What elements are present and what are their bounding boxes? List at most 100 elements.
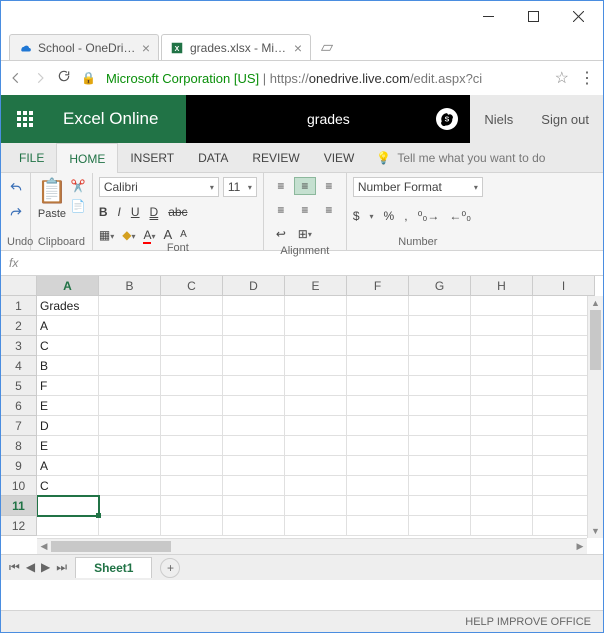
double-underline-button[interactable]: D <box>150 205 159 219</box>
redo-button[interactable] <box>8 206 24 223</box>
cell-A5[interactable]: F <box>37 376 99 396</box>
cut-button[interactable]: ✂️ <box>71 179 86 193</box>
document-title[interactable]: grades <box>307 111 350 127</box>
cell-G10[interactable] <box>409 476 471 496</box>
browser-menu-button[interactable]: ⋮ <box>579 68 595 88</box>
add-sheet-button[interactable]: + <box>160 558 180 578</box>
cell-E12[interactable] <box>285 516 347 536</box>
scroll-thumb[interactable] <box>51 541 171 552</box>
cell-I5[interactable] <box>533 376 595 396</box>
cell-F10[interactable] <box>347 476 409 496</box>
cell-A12[interactable] <box>37 516 99 536</box>
comma-button[interactable]: , <box>404 209 407 223</box>
cell-D9[interactable] <box>223 456 285 476</box>
cell-F4[interactable] <box>347 356 409 376</box>
app-launcher-button[interactable] <box>1 95 49 143</box>
shrink-font-button[interactable]: A <box>180 229 187 240</box>
decrease-decimal-button[interactable]: ←⁰₀ <box>449 209 471 223</box>
cell-B8[interactable] <box>99 436 161 456</box>
sheet-nav-next[interactable]: ▶ <box>41 560 50 575</box>
cell-G12[interactable] <box>409 516 471 536</box>
cell-B6[interactable] <box>99 396 161 416</box>
cell-D3[interactable] <box>223 336 285 356</box>
undo-button[interactable] <box>8 181 24 198</box>
cell-H11[interactable] <box>471 496 533 516</box>
cell-H6[interactable] <box>471 396 533 416</box>
cell-I4[interactable] <box>533 356 595 376</box>
cell-H1[interactable] <box>471 296 533 316</box>
cell-C5[interactable] <box>161 376 223 396</box>
cell-E6[interactable] <box>285 396 347 416</box>
cell-B4[interactable] <box>99 356 161 376</box>
align-bottom-button[interactable]: ≡ <box>318 177 340 195</box>
cell-G5[interactable] <box>409 376 471 396</box>
window-close-button[interactable] <box>556 2 601 30</box>
cell-H5[interactable] <box>471 376 533 396</box>
col-header-E[interactable]: E <box>285 276 347 296</box>
row-header-7[interactable]: 7 <box>1 416 37 436</box>
tab-home[interactable]: HOME <box>56 143 118 173</box>
row-header-2[interactable]: 2 <box>1 316 37 336</box>
cell-G8[interactable] <box>409 436 471 456</box>
row-header-9[interactable]: 9 <box>1 456 37 476</box>
cell-I6[interactable] <box>533 396 595 416</box>
cell-D1[interactable] <box>223 296 285 316</box>
tab-data[interactable]: DATA <box>186 143 240 172</box>
align-center-button[interactable]: ≡ <box>294 201 316 219</box>
cell-C4[interactable] <box>161 356 223 376</box>
cell-F9[interactable] <box>347 456 409 476</box>
window-maximize-button[interactable] <box>511 2 556 30</box>
tell-me-search[interactable]: 💡 Tell me what you want to do <box>376 143 545 172</box>
cell-I10[interactable] <box>533 476 595 496</box>
scroll-right-icon[interactable]: ▶ <box>573 539 587 554</box>
copy-button[interactable]: 📄 <box>71 199 86 213</box>
cell-F1[interactable] <box>347 296 409 316</box>
col-header-G[interactable]: G <box>409 276 471 296</box>
url-display[interactable]: Microsoft Corporation [US] | https://one… <box>106 71 545 86</box>
fill-color-button[interactable]: ◆▾ <box>122 228 135 242</box>
scroll-thumb[interactable] <box>590 310 601 370</box>
cell-B10[interactable] <box>99 476 161 496</box>
row-header-11[interactable]: 11 <box>1 496 37 516</box>
col-header-D[interactable]: D <box>223 276 285 296</box>
cell-C10[interactable] <box>161 476 223 496</box>
cell-I8[interactable] <box>533 436 595 456</box>
cell-A3[interactable]: C <box>37 336 99 356</box>
sheet-nav-last[interactable]: ⏭ <box>56 560 67 575</box>
strike-button[interactable]: abc <box>168 205 187 219</box>
help-improve-link[interactable]: HELP IMPROVE OFFICE <box>465 616 591 628</box>
cell-C3[interactable] <box>161 336 223 356</box>
cell-A1[interactable]: Grades <box>37 296 99 316</box>
browser-tab-onedrive[interactable]: School - OneDrive × <box>9 34 159 60</box>
cell-I11[interactable] <box>533 496 595 516</box>
cell-I2[interactable] <box>533 316 595 336</box>
cell-D8[interactable] <box>223 436 285 456</box>
row-header-10[interactable]: 10 <box>1 476 37 496</box>
forward-button[interactable] <box>33 71 47 85</box>
col-header-B[interactable]: B <box>99 276 161 296</box>
cell-B7[interactable] <box>99 416 161 436</box>
cells-area[interactable]: GradesACBFEDEAC <box>37 296 603 536</box>
cell-A8[interactable]: E <box>37 436 99 456</box>
cell-H12[interactable] <box>471 516 533 536</box>
cell-H10[interactable] <box>471 476 533 496</box>
cell-A7[interactable]: D <box>37 416 99 436</box>
tab-review[interactable]: REVIEW <box>240 143 311 172</box>
align-right-button[interactable]: ≡ <box>318 201 340 219</box>
font-color-button[interactable]: A▾ <box>143 228 155 242</box>
cell-B9[interactable] <box>99 456 161 476</box>
cell-H4[interactable] <box>471 356 533 376</box>
row-header-4[interactable]: 4 <box>1 356 37 376</box>
reload-button[interactable] <box>57 69 71 88</box>
underline-button[interactable]: U <box>131 205 140 219</box>
cell-F5[interactable] <box>347 376 409 396</box>
italic-button[interactable]: I <box>118 205 121 219</box>
cell-A6[interactable]: E <box>37 396 99 416</box>
tab-insert[interactable]: INSERT <box>118 143 186 172</box>
cell-D11[interactable] <box>223 496 285 516</box>
cell-E3[interactable] <box>285 336 347 356</box>
cell-C8[interactable] <box>161 436 223 456</box>
cell-F8[interactable] <box>347 436 409 456</box>
currency-button[interactable]: $ <box>353 209 360 223</box>
close-icon[interactable]: × <box>294 40 302 56</box>
